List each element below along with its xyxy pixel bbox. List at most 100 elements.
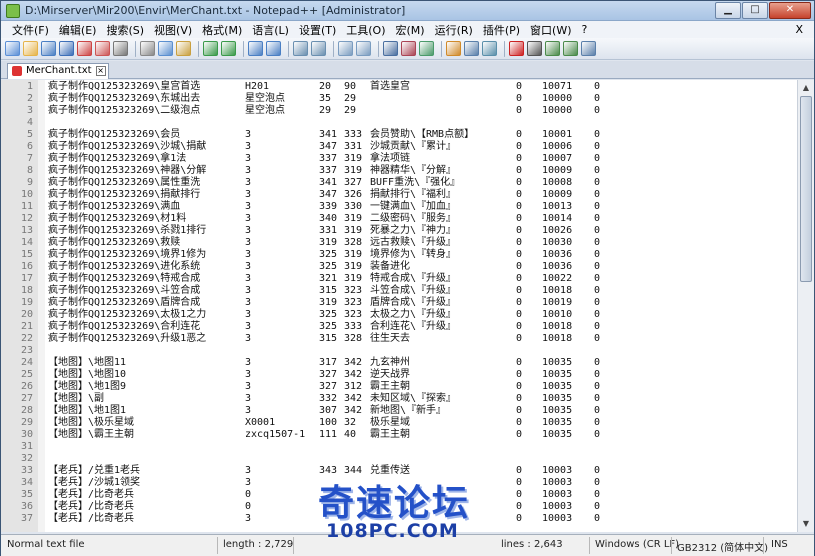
play-icon[interactable] [545,41,560,56]
sync-v-icon[interactable] [338,41,353,56]
line-field-5: 盾牌合成\『升级』 [370,297,457,308]
cut-icon[interactable] [140,41,155,56]
copy-icon[interactable] [158,41,173,56]
editor-line[interactable]: 11 疯子制作QQ125323269\满血 3 339 330 一键满血\『加血』 0 100… [1,201,801,212]
line-field-2: 3 [245,237,252,248]
replace-icon[interactable] [266,41,281,56]
editor-line[interactable]: 9 疯子制作QQ125323269\属性重洗 3 341 327 BUFF重洗\『强化』 0… [1,177,801,188]
menu-item-1[interactable]: 编辑(E) [54,22,102,38]
editor-line[interactable]: 20 疯子制作QQ125323269\太极1之力 3 325 323 太极之力\『升级』 0… [1,309,801,320]
editor-line[interactable]: 29 【地图】\极乐星域 X0001 100 32 极乐星域 0 10035 0 [1,417,801,428]
line-number: 4 [26,117,33,128]
doc-map-icon[interactable] [464,41,479,56]
wrap-icon[interactable] [383,41,398,56]
editor-line[interactable]: 32 [1,453,801,464]
editor-line[interactable]: 26 【地图】\地1图9 3 327 312 霸王主朝 0 10035 0 [1,381,801,392]
udl-icon[interactable] [446,41,461,56]
menu-item-12[interactable]: ? [577,23,593,36]
editor-line[interactable]: 17 疯子制作QQ125323269\特戒合成 3 321 319 特戒合成\『升级』 0 1… [1,273,801,284]
editor-line[interactable]: 18 疯子制作QQ125323269\斗笠合成 3 315 323 斗笠合成\『升级』 0 1… [1,285,801,296]
scrollbar-thumb[interactable] [800,96,812,282]
menu-item-3[interactable]: 视图(V) [149,22,197,38]
scroll-down-icon[interactable]: ▼ [800,518,812,530]
function-list-icon[interactable] [482,41,497,56]
undo-icon[interactable] [203,41,218,56]
editor-line[interactable]: 19 疯子制作QQ125323269\盾牌合成 3 319 323 盾牌合成\『升级』 0 1… [1,297,801,308]
save-all-icon[interactable] [59,41,74,56]
editor-line[interactable]: 14 疯子制作QQ125323269\救赎 3 319 328 远古救赎\『升级』 0 100… [1,237,801,248]
editor-line[interactable]: 3 疯子制作QQ125323269\二级泡点 星空泡点 29 29 0 10000 0 [1,105,801,116]
line-field-5: 新地图\『新手』 [370,405,447,416]
line-field-8: 0 [594,165,601,176]
maximize-button[interactable]: □ [742,2,768,19]
menu-item-8[interactable]: 宏(M) [391,22,430,38]
save-icon[interactable] [41,41,56,56]
editor-line[interactable]: 13 疯子制作QQ125323269\杀戮1排行 3 331 319 死暴之力\『神力』 0… [1,225,801,236]
title-bar[interactable]: D:\Mirserver\Mir200\Envir\MerChant.txt -… [1,1,814,21]
play-multi-icon[interactable] [563,41,578,56]
menu-item-4[interactable]: 格式(M) [197,22,247,38]
indent-guide-icon[interactable] [419,41,434,56]
menu-item-10[interactable]: 插件(P) [478,22,525,38]
close-all-icon[interactable] [95,41,110,56]
editor-line[interactable]: 22 疯子制作QQ125323269\升级1恶之 3 315 328 往生天去 0 10018… [1,333,801,344]
scroll-up-icon[interactable]: ▲ [800,82,812,94]
menu-item-11[interactable]: 窗口(W) [525,22,576,38]
editor-line[interactable]: 27 【地图】\副 3 332 342 未知区域\『探索』 0 10035 0 [1,393,801,404]
editor-line[interactable]: 8 疯子制作QQ125323269\神器\分解 3 337 319 神器精华\『分解』 0 1… [1,165,801,176]
stop-icon[interactable] [527,41,542,56]
editor-line[interactable]: 2 疯子制作QQ125323269\东城出去 星空泡点 35 29 0 10000 0 [1,93,801,104]
zoom-out-icon[interactable] [311,41,326,56]
tab-merchant[interactable]: MerChant.txt × [7,63,109,79]
editor-line[interactable]: 16 疯子制作QQ125323269\进化系统 3 325 319 装备进化 0 10036 0 [1,261,801,272]
line-field-8: 0 [594,201,601,212]
new-icon[interactable] [5,41,20,56]
menu-item-5[interactable]: 语言(L) [247,22,294,38]
text-editor[interactable]: 1 疯子制作QQ125323269\皇宫首选 H201 20 90 首选皇宫 0 10071 0… [1,80,814,532]
paste-icon[interactable] [176,41,191,56]
redo-icon[interactable] [221,41,236,56]
line-field-4: 328 [344,333,363,344]
editor-line[interactable]: 25 【地图】\地图10 3 327 342 逆天战界 0 10035 0 [1,369,801,380]
editor-line[interactable]: 7 疯子制作QQ125323269\拿1法 3 337 319 拿法项链 0 10007 0 [1,153,801,164]
editor-line[interactable]: 6 疯子制作QQ125323269\沙城\捐献 3 347 331 沙城贡献\『累计』 0 1… [1,141,801,152]
record-icon[interactable] [509,41,524,56]
zoom-in-icon[interactable] [293,41,308,56]
editor-line[interactable]: 23 [1,345,801,356]
menu-item-7[interactable]: 工具(O) [341,22,390,38]
line-field-1: 【地图】\地1图1 [48,405,127,416]
editor-line[interactable]: 15 疯子制作QQ125323269\境界1修为 3 325 319 境界修为\『转身』 0… [1,249,801,260]
line-field-1: 疯子制作QQ125323269\神器\分解 [48,165,207,176]
print-icon[interactable] [113,41,128,56]
vertical-scrollbar[interactable]: ▲ ▼ [797,80,814,532]
close-icon[interactable] [77,41,92,56]
editor-line[interactable]: 4 [1,117,801,128]
find-icon[interactable] [248,41,263,56]
editor-line[interactable]: 24 【地图】\地图11 3 317 342 九玄神州 0 10035 0 [1,357,801,368]
editor-line[interactable]: 30 【地图】\霸王主朝 zxcq1507-1 111 40 霸王主朝 0 10035 0 [1,429,801,440]
line-number: 5 [26,129,33,140]
editor-line[interactable]: 1 疯子制作QQ125323269\皇宫首选 H201 20 90 首选皇宫 0 10071 0 [1,81,801,92]
save-macro-icon[interactable] [581,41,596,56]
sync-h-icon[interactable] [356,41,371,56]
all-chars-icon[interactable] [401,41,416,56]
editor-line[interactable]: 28 【地图】\地1图1 3 307 342 新地图\『新手』 0 10035 0 [1,405,801,416]
line-field-4: 90 [344,81,357,92]
close-document-button[interactable]: X [790,23,808,36]
status-eol: Windows (CR LF) [595,539,680,550]
editor-line[interactable]: 31 [1,441,801,452]
editor-line[interactable]: 5 疯子制作QQ125323269\会员 3 341 333 会员赞助\【RMB点额】 0 1… [1,129,801,140]
editor-line[interactable]: 12 疯子制作QQ125323269\材1料 3 340 319 二级密码\『服务』 0 10… [1,213,801,224]
menu-item-2[interactable]: 搜索(S) [101,22,149,38]
line-field-6: 0 [516,201,523,212]
tab-close-icon[interactable]: × [95,66,106,76]
menu-item-0[interactable]: 文件(F) [7,22,54,38]
close-window-button[interactable]: ✕ [769,2,811,19]
editor-line[interactable]: 21 疯子制作QQ125323269\合利连花 3 325 333 合利连花\『升级』 0 1… [1,321,801,332]
open-icon[interactable] [23,41,38,56]
menu-item-9[interactable]: 运行(R) [430,22,478,38]
line-field-4: 326 [344,189,363,200]
editor-line[interactable]: 10 疯子制作QQ125323269\捐献排行 3 347 326 捐献排行\『福利』 0 1… [1,189,801,200]
minimize-button[interactable]: ▁ [715,2,741,19]
menu-item-6[interactable]: 设置(T) [294,22,341,38]
